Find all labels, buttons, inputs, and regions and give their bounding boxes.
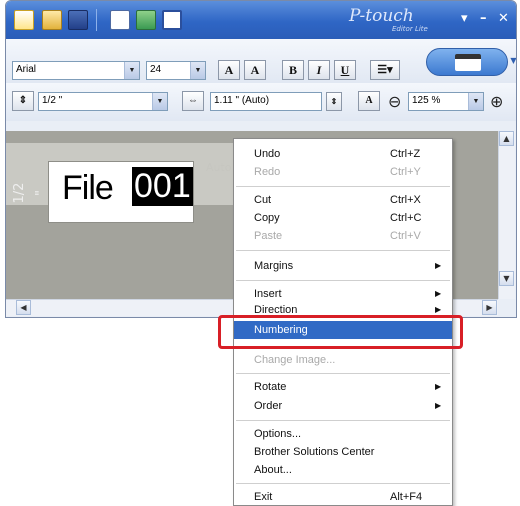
menu-shortcut: Ctrl+V [390, 230, 421, 242]
label-text[interactable]: File [62, 169, 114, 208]
menu-label: Margins [254, 260, 294, 272]
menu-item-brother-solutions-center[interactable]: Brother Solutions Center [234, 443, 452, 461]
menu-label: Cut [254, 194, 272, 206]
image-icon[interactable] [136, 10, 156, 30]
menu-separator [236, 280, 450, 281]
open-folder-icon[interactable] [42, 10, 62, 30]
zoom-value: 125 % [412, 95, 441, 106]
chevron-down-icon[interactable]: ▼ [152, 93, 167, 110]
align-button[interactable]: ☰▾ [370, 60, 400, 80]
scroll-left-icon[interactable]: ◀ [16, 300, 31, 315]
menu-item-rotate[interactable]: Rotate ▶ [234, 378, 452, 396]
tape-width-select[interactable]: 1/2 " ▼ [38, 92, 168, 111]
menu-item-direction[interactable]: Direction ▶ [234, 301, 452, 315]
menu-label: Exit [254, 491, 273, 503]
label-number-selected[interactable]: 001 [132, 167, 193, 206]
zoom-in-icon[interactable]: ⊕ [490, 92, 503, 111]
menu-label: Change Image... [254, 354, 336, 366]
menu-item-copy[interactable]: Copy Ctrl+C [234, 209, 452, 227]
underline-button[interactable]: U [334, 60, 356, 80]
frame-icon[interactable] [162, 10, 182, 30]
menu-item-undo[interactable]: Undo Ctrl+Z [234, 145, 452, 163]
auto-length-indicator: Auto [206, 161, 232, 174]
zoom-select[interactable]: 125 % ▼ [408, 92, 484, 111]
menu-label: Undo [254, 148, 281, 160]
menu-item-change-image: Change Image... [234, 351, 452, 369]
save-icon[interactable] [68, 10, 88, 30]
menu-item-about[interactable]: About... [234, 461, 452, 479]
new-icon[interactable] [14, 10, 34, 30]
chevron-down-icon[interactable]: ▼ [468, 93, 483, 110]
menu-item-options[interactable]: Options... [234, 425, 452, 443]
title-bar: P-touch Editor Lite ▾ – ✕ [6, 1, 516, 39]
scroll-up-icon[interactable]: ▲ [499, 131, 514, 146]
shrink-font-button[interactable]: A [244, 60, 266, 80]
menu-shortcut: Alt+F4 [390, 491, 423, 503]
menu-separator [236, 186, 450, 187]
menu-label: Copy [254, 212, 280, 224]
submenu-arrow-icon: ▶ [435, 382, 442, 391]
highlight-annotation-box [218, 315, 463, 349]
menu-separator [236, 250, 450, 251]
tape-width-value: 1/2 " [42, 95, 63, 106]
tape-width-icon: ⇕ [12, 91, 34, 111]
scroll-down-icon[interactable]: ▼ [499, 271, 514, 286]
menu-label: Redo [254, 166, 281, 178]
menu-label: About... [254, 464, 292, 476]
menu-shortcut: Ctrl+C [390, 212, 422, 224]
menu-label: Rotate [254, 381, 287, 393]
menu-separator [236, 483, 450, 484]
close-icon[interactable]: ✕ [498, 11, 509, 26]
grow-font-button[interactable]: A [218, 60, 240, 80]
menu-label: Brother Solutions Center [254, 446, 375, 458]
tape-width-ruler: 1/2 " [12, 182, 49, 204]
menu-label: Direction [254, 304, 298, 315]
menu-shortcut: Ctrl+Z [390, 148, 421, 160]
menu-item-paste: Paste Ctrl+V [234, 227, 452, 245]
menu-separator [236, 420, 450, 421]
font-select[interactable]: Arial ▼ [12, 61, 140, 80]
submenu-arrow-icon: ▶ [435, 305, 442, 314]
bold-button[interactable]: B [282, 60, 304, 80]
menu-item-order[interactable]: Order ▶ [234, 397, 452, 415]
minimize-icon[interactable]: – [480, 11, 487, 26]
chevron-down-icon[interactable]: ▼ [190, 62, 205, 79]
print-options-chevron[interactable]: ▼ [506, 54, 516, 69]
vertical-text-button[interactable]: A [358, 91, 380, 111]
zoom-out-icon[interactable]: ⊖ [388, 92, 401, 111]
menu-label: Options... [254, 428, 302, 440]
vertical-scrollbar[interactable]: ▲ ▼ [498, 131, 515, 299]
tape-toolbar: ⇕ 1/2 " ▼ ⇔ 1.11 " (Auto) ⇕ A ⊖ 125 % ▼ … [6, 83, 516, 121]
menu-shortcut: Ctrl+X [390, 194, 421, 206]
ptouch-logo: P-touch [349, 6, 414, 26]
italic-button[interactable]: I [308, 60, 330, 80]
size-select[interactable]: 24 ▼ [146, 61, 206, 80]
menu-item-redo: Redo Ctrl+Y [234, 163, 452, 181]
menu-shortcut: Ctrl+Y [390, 166, 421, 178]
text-icon[interactable] [110, 10, 130, 30]
tape-length-input[interactable]: 1.11 " (Auto) [210, 92, 322, 111]
tape-length-icon: ⇔ [182, 91, 204, 111]
font-value: Arial [16, 64, 37, 75]
menu-separator [236, 373, 450, 374]
menu-label: Paste [254, 230, 283, 242]
chevron-down-icon[interactable]: ▼ [124, 62, 139, 79]
size-value: 24 [150, 64, 162, 75]
submenu-arrow-icon: ▶ [435, 261, 442, 270]
printer-icon [455, 54, 481, 71]
scroll-right-icon[interactable]: ▶ [482, 300, 497, 315]
submenu-arrow-icon: ▶ [435, 401, 442, 410]
menu-label: Order [254, 400, 283, 412]
print-button[interactable] [426, 48, 508, 76]
toolbar-separator [96, 9, 97, 31]
length-spin-button[interactable]: ⇕ [326, 92, 342, 111]
menu-item-margins[interactable]: Margins ▶ [234, 257, 452, 275]
menu-item-cut[interactable]: Cut Ctrl+X [234, 191, 452, 209]
menu-dropdown-icon[interactable]: ▾ [461, 11, 468, 26]
menu-item-exit[interactable]: Exit Alt+F4 [234, 488, 452, 506]
editor-lite-caption: Editor Lite [392, 25, 428, 33]
tape-length-value: 1.11 " (Auto) [214, 95, 270, 106]
